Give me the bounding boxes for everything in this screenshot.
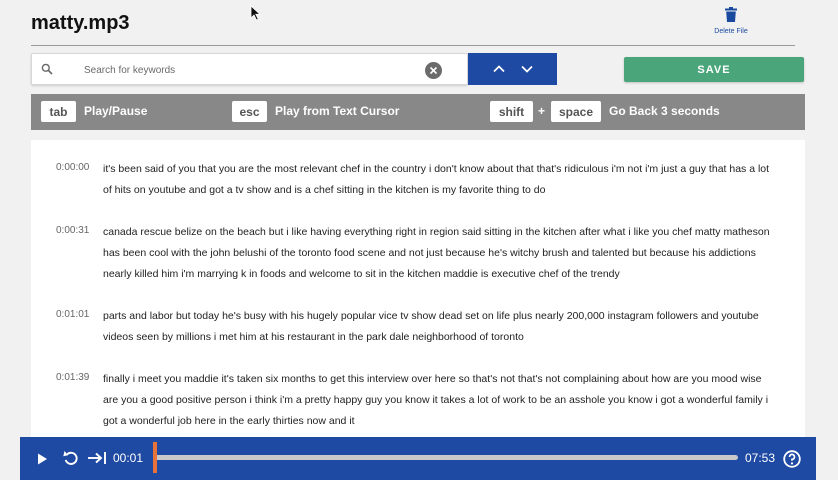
save-button[interactable]: SAVE: [624, 57, 804, 82]
close-icon: [429, 66, 438, 75]
shortcut-key-esc: esc: [232, 101, 267, 122]
delete-file-button[interactable]: Delete File: [712, 7, 750, 35]
search-bar: [31, 53, 468, 85]
current-time: 00:01: [113, 451, 144, 465]
chevron-up-icon[interactable]: [492, 62, 506, 76]
shortcut-key-tab: tab: [41, 101, 76, 122]
clear-search-button[interactable]: [425, 62, 442, 79]
search-result-navigation: [468, 53, 557, 85]
total-time: 07:53: [745, 451, 776, 465]
shortcut-desc-play-from-cursor: Play from Text Cursor: [275, 104, 400, 118]
cursor-icon: [250, 5, 262, 21]
keyboard-shortcuts-bar: tab Play/Pause esc Play from Text Cursor…: [31, 94, 805, 130]
replay-icon[interactable]: [63, 449, 79, 467]
seek-handle[interactable]: [153, 442, 158, 473]
chevron-down-icon[interactable]: [520, 62, 534, 76]
transcript-segment[interactable]: canada rescue belize on the beach but i …: [103, 222, 771, 285]
file-title: matty.mp3: [31, 12, 130, 34]
segment-timestamp[interactable]: 0:01:01: [56, 309, 89, 320]
shortcut-desc-go-back: Go Back 3 seconds: [609, 104, 720, 118]
transcript-segment[interactable]: finally i meet you maddie it's taken six…: [103, 369, 771, 432]
help-icon[interactable]: [783, 450, 801, 468]
shortcut-key-shift: shift: [490, 101, 533, 122]
segment-timestamp[interactable]: 0:00:31: [56, 225, 89, 236]
header-divider: [31, 45, 795, 46]
delete-file-label: Delete File: [714, 28, 748, 35]
segment-timestamp[interactable]: 0:00:00: [56, 162, 89, 173]
shortcut-desc-play-pause: Play/Pause: [84, 104, 148, 118]
seek-bar[interactable]: [153, 442, 738, 473]
transcript-panel: 0:00:00 it's been said of you that you a…: [31, 140, 805, 440]
search-input[interactable]: [84, 60, 414, 80]
audio-player: 00:01 07:53: [20, 437, 816, 480]
transcript-segment[interactable]: parts and labor but today he's busy with…: [103, 306, 771, 348]
trash-icon: [725, 7, 737, 22]
shortcut-key-space: space: [551, 101, 601, 122]
skip-to-end-icon[interactable]: [87, 451, 107, 465]
segment-timestamp[interactable]: 0:01:39: [56, 372, 89, 383]
search-icon: [41, 63, 53, 75]
play-icon[interactable]: [37, 453, 48, 465]
transcript-segment[interactable]: it's been said of you that you are the m…: [103, 159, 771, 201]
shortcut-plus: +: [538, 104, 546, 118]
